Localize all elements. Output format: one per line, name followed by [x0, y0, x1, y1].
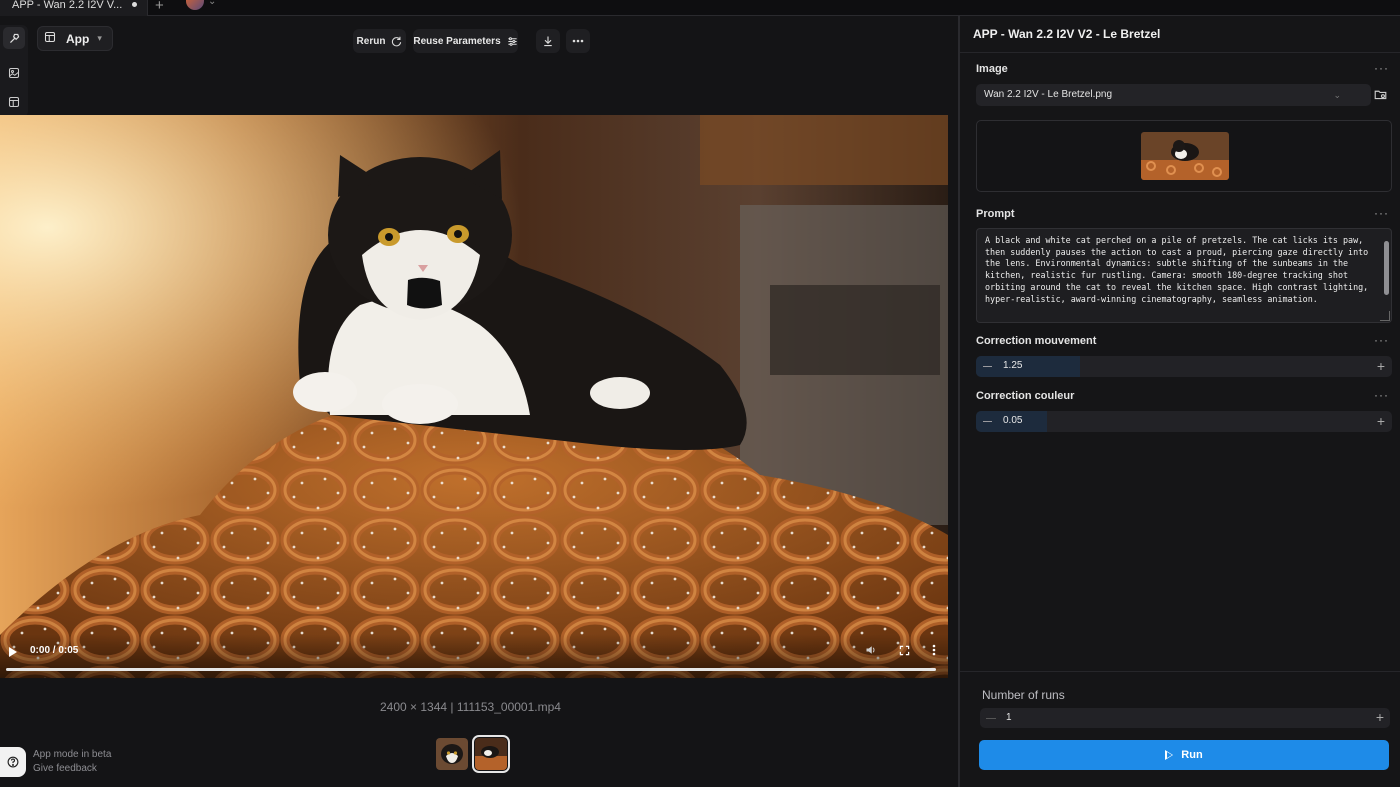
tool-rail — [0, 25, 28, 117]
folder-icon[interactable] — [1374, 88, 1387, 106]
runs-label: Number of runs — [982, 688, 1065, 702]
tab-title: APP - Wan 2.2 I2V V... — [12, 0, 123, 11]
rerun-label: Rerun — [356, 35, 386, 47]
prompt-label: Prompt — [976, 208, 1015, 220]
color-correction-stepper[interactable]: 0.05 + — [976, 411, 1392, 432]
video-player[interactable]: 0:00 / 0:05 — [0, 115, 948, 678]
image-file-name: Wan 2.2 I2V - Le Bretzel.png — [984, 89, 1113, 100]
video-control-icons — [865, 644, 936, 656]
help-icon — [7, 756, 19, 768]
prompt-textarea[interactable]: A black and white cat perched on a pile … — [976, 228, 1392, 323]
video-frame — [0, 115, 948, 678]
runs-divider — [960, 671, 1400, 672]
more-icon — [572, 39, 584, 43]
app-root: APP - Wan 2.2 I2V V... + ⌄ App ▾ Rerun R… — [0, 0, 1400, 787]
output-meta: 2400 × 1344 | 111153_00001.mp4 — [380, 700, 561, 714]
user-avatar[interactable] — [186, 0, 204, 10]
plus-icon[interactable]: + — [1377, 414, 1385, 428]
app-mode-label: App — [66, 31, 90, 46]
thumbnail-output-video[interactable] — [472, 735, 510, 773]
image-preview-box[interactable] — [976, 120, 1392, 192]
beta-notice: App mode in beta Give feedback — [33, 748, 111, 776]
panel-title: APP - Wan 2.2 I2V V2 - Le Bretzel — [973, 27, 1161, 41]
parameters-panel: APP - Wan 2.2 I2V V2 - Le Bretzel Image … — [960, 16, 1400, 787]
chevron-down-icon: ⌄ — [1333, 90, 1341, 100]
chevron-down-icon: ▾ — [97, 33, 102, 43]
layout-icon — [44, 30, 56, 48]
image-file-select[interactable]: Wan 2.2 I2V - Le Bretzel.png ⌄ — [976, 84, 1371, 106]
image-label: Image — [976, 63, 1008, 75]
run-button[interactable]: Run — [979, 740, 1389, 770]
minus-icon[interactable] — [983, 366, 992, 367]
chevron-down-icon[interactable]: ⌄ — [208, 0, 216, 7]
motion-correction-stepper[interactable]: 1.25 + — [976, 356, 1392, 377]
motion-correction-value[interactable]: 1.25 — [1003, 360, 1022, 371]
hammer-icon[interactable] — [3, 27, 25, 49]
app-mode-dropdown[interactable]: App ▾ — [37, 26, 113, 51]
more-icon[interactable]: ··· — [1374, 206, 1389, 220]
rerun-button[interactable]: Rerun — [353, 29, 406, 53]
tab-strip: APP - Wan 2.2 I2V V... + ⌄ — [0, 0, 1400, 16]
video-controls: 0:00 / 0:05 — [0, 634, 948, 678]
more-icon[interactable] — [932, 644, 936, 656]
prompt-scrollbar-thumb[interactable] — [1384, 241, 1389, 295]
download-button[interactable] — [536, 29, 560, 53]
prompt-text: A black and white cat perched on a pile … — [985, 235, 1369, 304]
tab-active[interactable]: APP - Wan 2.2 I2V V... — [0, 0, 148, 16]
sliders-icon — [508, 36, 517, 46]
reuse-parameters-button[interactable]: Reuse Parameters — [413, 29, 518, 53]
motion-correction-label: Correction mouvement — [976, 335, 1097, 347]
image-icon[interactable] — [3, 62, 25, 84]
feedback-link[interactable]: Give feedback — [33, 762, 111, 776]
video-progress-track[interactable] — [6, 668, 936, 671]
fullscreen-icon[interactable] — [899, 645, 910, 656]
new-tab-icon[interactable]: + — [155, 0, 164, 14]
image-preview — [1141, 132, 1229, 180]
play-icon[interactable] — [9, 647, 17, 657]
runs-value[interactable]: 1 — [1006, 712, 1012, 723]
thumbnail-input-image[interactable] — [436, 738, 468, 770]
help-button[interactable] — [0, 747, 26, 777]
layout-icon[interactable] — [3, 91, 25, 113]
resize-handle[interactable] — [1380, 311, 1390, 321]
plus-icon[interactable]: + — [1376, 710, 1384, 724]
more-icon[interactable]: ··· — [1374, 333, 1389, 347]
unsaved-dot — [132, 2, 137, 7]
play-icon — [1165, 750, 1174, 760]
plus-icon[interactable]: + — [1377, 359, 1385, 373]
more-icon[interactable]: ··· — [1374, 388, 1389, 402]
color-correction-label: Correction couleur — [976, 390, 1075, 402]
download-icon — [544, 36, 552, 47]
volume-icon[interactable] — [865, 644, 877, 656]
minus-icon[interactable] — [986, 718, 996, 719]
refresh-icon — [392, 36, 402, 46]
color-correction-value[interactable]: 0.05 — [1003, 415, 1022, 426]
run-label: Run — [1181, 749, 1203, 761]
reuse-parameters-label: Reuse Parameters — [413, 35, 501, 47]
more-options-button[interactable] — [566, 29, 590, 53]
beta-label: App mode in beta — [33, 749, 112, 760]
runs-stepper[interactable]: 1 + — [980, 708, 1390, 728]
panel-header-divider — [960, 52, 1400, 53]
more-icon[interactable]: ··· — [1374, 61, 1389, 75]
video-time: 0:00 / 0:05 — [30, 645, 79, 656]
minus-icon[interactable] — [983, 421, 992, 422]
